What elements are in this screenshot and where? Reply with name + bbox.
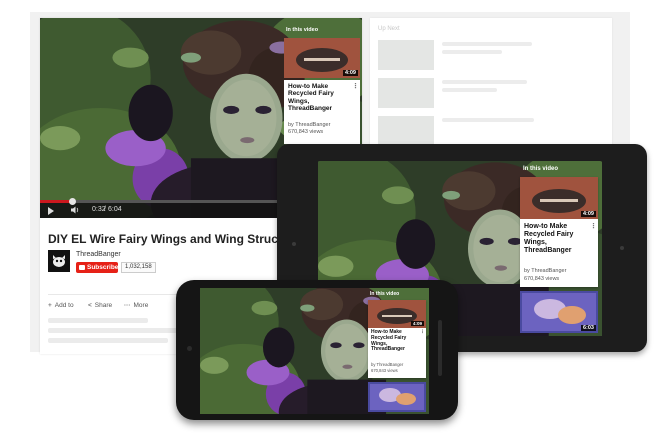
in-video-card[interactable]: 4:09 How-to Make Recycled Fairy Wings, T… (368, 300, 426, 378)
subscribe-button[interactable]: Subscribe (76, 262, 118, 273)
related-thumbnail[interactable] (378, 78, 434, 108)
share-button[interactable]: < Share (88, 302, 112, 309)
up-next-label: Up Next (378, 26, 400, 32)
in-video-title[interactable]: How-to Make Recycled Fairy Wings, Thread… (288, 83, 350, 113)
kebab-icon[interactable]: ⋮ (590, 222, 597, 230)
phone-video-player[interactable]: In this video 4:09 How-to Make Recycled … (200, 288, 429, 414)
related-text-placeholder (442, 50, 502, 54)
in-video-channel: by ThreadBanger (288, 122, 331, 128)
in-video-header: In this video (523, 166, 559, 172)
share-icon: < (88, 302, 92, 309)
description-placeholder (48, 338, 168, 343)
related-thumbnail[interactable] (378, 116, 434, 146)
description-placeholder (48, 318, 148, 323)
in-video-header: In this video (286, 27, 319, 33)
more-dots-icon: ··· (124, 302, 131, 309)
in-video-thumbnail[interactable]: 4:09 (284, 38, 360, 78)
subscriber-count: 1,032,158 (121, 262, 156, 273)
phone-camera (187, 346, 192, 351)
in-video-thumbnail[interactable]: 4:09 (520, 177, 598, 219)
subscribe-label: Subscribe (87, 264, 119, 271)
in-video-channel: by ThreadBanger (524, 268, 567, 274)
fairy-wings-thumbnail-image (368, 382, 426, 412)
related-thumbnail[interactable] (378, 40, 434, 70)
in-video-duration: 4:09 (410, 321, 424, 326)
second-card-thumbnail[interactable] (368, 382, 426, 412)
in-video-views: 670,843 views (371, 368, 398, 373)
up-next-sidebar: Up Next (370, 18, 612, 148)
related-text-placeholder (442, 42, 532, 46)
related-text-placeholder (442, 118, 534, 122)
in-video-title[interactable]: How-to Make Recycled Fairy Wings, Thread… (371, 329, 419, 353)
tablet-sensor (620, 246, 624, 250)
kebab-icon[interactable]: ⋮ (352, 82, 359, 90)
in-video-card[interactable]: In this video 4:09 How-to Make Recycled … (282, 24, 362, 146)
add-to-label: Add to (54, 302, 74, 309)
in-video-header: In this video (370, 291, 400, 297)
plus-icon: + (48, 302, 52, 309)
youtube-logo-icon (79, 265, 85, 270)
tablet-camera (292, 242, 296, 246)
in-video-channel: by ThreadBanger (371, 362, 404, 367)
kebab-icon[interactable]: ⋮ (420, 329, 425, 335)
progress-scrubber[interactable] (69, 198, 77, 205)
add-to-button[interactable]: + Add to (48, 302, 74, 309)
related-text-placeholder (442, 88, 497, 92)
channel-avatar[interactable] (48, 250, 70, 272)
in-video-title[interactable]: How-to Make Recycled Fairy Wings, Thread… (524, 223, 586, 255)
phone-device: In this video 4:09 How-to Make Recycled … (176, 280, 458, 420)
in-video-views: 670,843 views (288, 129, 324, 135)
time-separator: / (104, 206, 106, 213)
more-label: More (133, 302, 149, 309)
phone-speaker (438, 320, 442, 376)
volume-icon[interactable] (70, 205, 80, 215)
progress-fill (40, 200, 73, 203)
second-card-thumbnail[interactable]: 6:03 (520, 291, 598, 333)
more-button[interactable]: ··· More (124, 302, 148, 309)
total-time: 6:04 (108, 206, 122, 213)
related-text-placeholder (442, 80, 527, 84)
in-video-thumbnail[interactable]: 4:09 (368, 300, 426, 328)
play-icon[interactable] (48, 207, 54, 215)
in-video-duration: 4:09 (342, 70, 358, 76)
second-card-duration: 6:03 (580, 325, 596, 331)
in-video-views: 670,843 views (524, 276, 560, 282)
channel-name[interactable]: ThreadBanger (76, 251, 121, 258)
share-label: Share (94, 302, 113, 309)
in-video-duration: 4:09 (580, 211, 596, 217)
threadbanger-logo-icon (48, 250, 70, 272)
in-video-card[interactable]: 4:09 How-to Make Recycled Fairy Wings, T… (520, 177, 598, 287)
